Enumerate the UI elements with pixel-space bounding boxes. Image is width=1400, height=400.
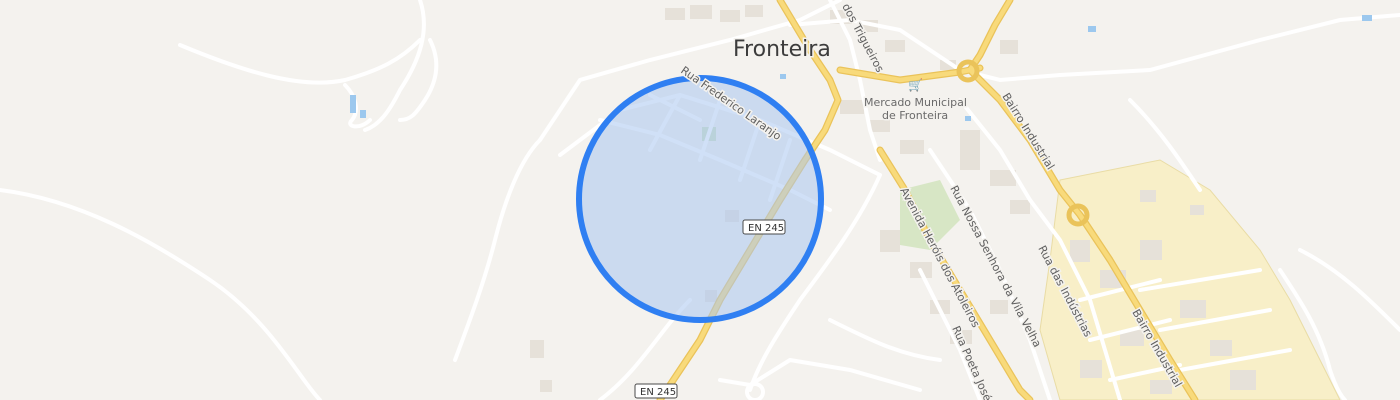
street-label-trigueiros: dos Trigueiros: [839, 1, 886, 75]
poi-label-line2: de Fronteira: [882, 109, 948, 122]
roundabout-south: [745, 382, 765, 400]
city-label: Fronteira: [733, 37, 831, 62]
shopping-cart-icon: 🛒: [908, 78, 923, 92]
map-canvas: Fronteira Rua Frederico Laranjo dos Trig…: [0, 0, 1400, 400]
search-radius-circle[interactable]: [576, 75, 824, 323]
route-shield-bottom: EN 245: [634, 383, 678, 399]
svg-text:EN 245: EN 245: [748, 223, 784, 234]
map-view[interactable]: Fronteira Rua Frederico Laranjo dos Trig…: [0, 0, 1400, 400]
svg-text:EN 245: EN 245: [640, 387, 676, 398]
route-shield-main: EN 245: [742, 219, 786, 235]
market-poi[interactable]: 🛒 Mercado Municipal de Fronteira: [863, 78, 969, 124]
poi-label-line1: Mercado Municipal: [864, 96, 967, 109]
